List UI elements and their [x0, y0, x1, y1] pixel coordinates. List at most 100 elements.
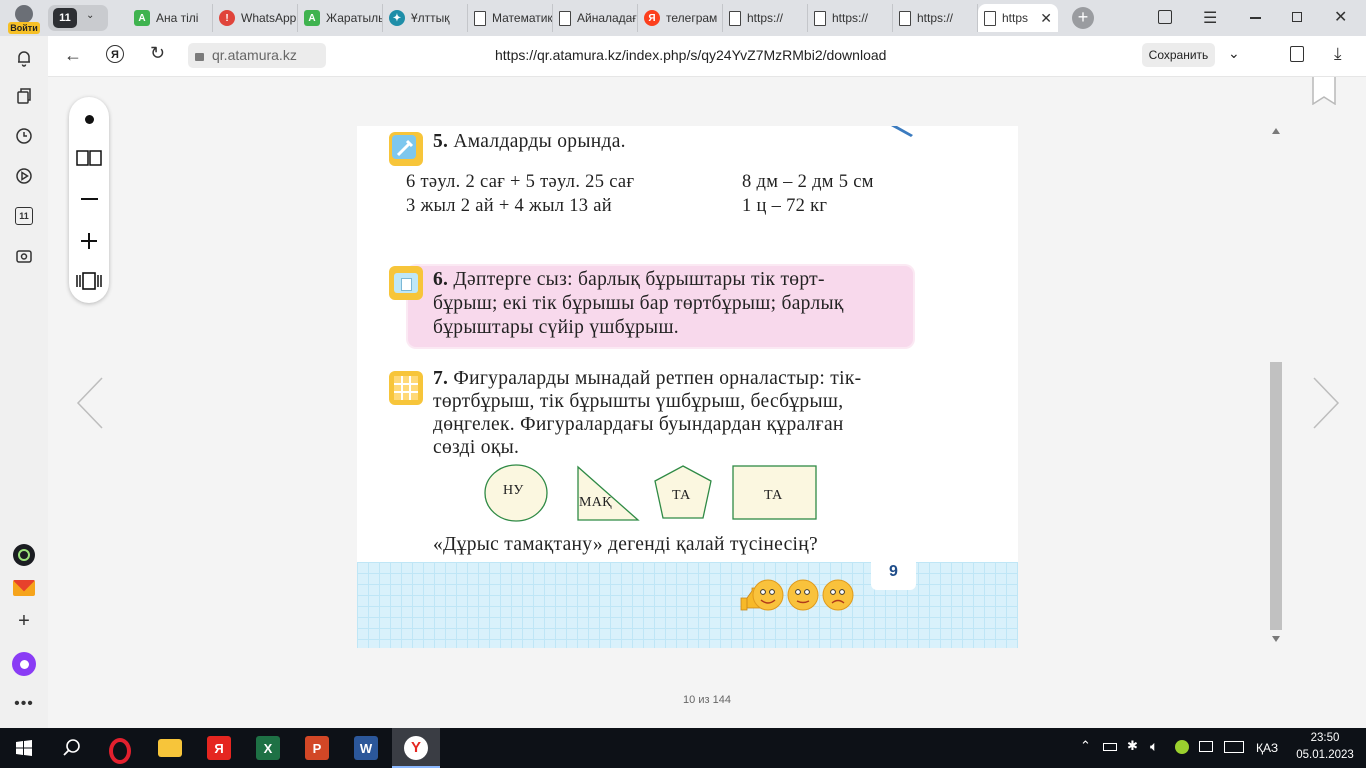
- login-badge: Войти: [8, 22, 40, 34]
- task7-line1: 7. Фигураларды мынадай ретпен орналастыр…: [433, 368, 862, 389]
- bell-icon[interactable]: [12, 46, 36, 70]
- tabs-count-icon[interactable]: 11: [12, 204, 36, 228]
- chevron-down-icon: ⌄: [86, 10, 95, 21]
- address-bar-row: ← Я ↻ qr.atamura.kz https://qr.atamura.k…: [48, 36, 1366, 77]
- notifications-tray-icon[interactable]: [1199, 741, 1213, 752]
- menu-icon[interactable]: ☰: [1203, 8, 1217, 28]
- scroll-down-arrow-icon[interactable]: [1272, 636, 1280, 642]
- clock-date[interactable]: 05.01.2023: [1294, 749, 1356, 761]
- tab-2[interactable]: ! WhatsApp: [213, 4, 298, 32]
- task5-icon: [389, 132, 423, 166]
- task5-expr-left-2: 3 жыл 2 ай + 4 жыл 13 ай: [406, 196, 612, 216]
- task6-line3: бұрыштары сүйір үшбұрыш.: [433, 317, 679, 338]
- language-indicator[interactable]: ҚАЗ: [1256, 741, 1278, 755]
- yandex-logo-icon[interactable]: Я: [106, 45, 124, 63]
- tab-6[interactable]: Айналадағы: [553, 4, 638, 32]
- site-chip[interactable]: qr.atamura.kz: [188, 43, 326, 68]
- document-icon: [474, 10, 486, 26]
- task7-number: 7.: [433, 368, 449, 389]
- task7-line4: сөзді оқы.: [433, 437, 520, 458]
- back-arrow-icon[interactable]: ←: [64, 45, 82, 66]
- tab-manager-icon[interactable]: [1158, 10, 1172, 24]
- sad-smiley-icon: [822, 579, 854, 611]
- next-page-button[interactable]: [1312, 377, 1340, 432]
- tab-3[interactable]: AЖаратылыстану: [298, 4, 383, 32]
- zoom-panel: [69, 97, 109, 303]
- task5-expr-right-2: 1 ц – 72 кг: [742, 196, 828, 216]
- save-options-chevron-icon[interactable]: ⌄: [1228, 45, 1240, 62]
- collections-icon[interactable]: [12, 84, 36, 108]
- screenshot-icon[interactable]: [12, 244, 36, 268]
- restore-icon[interactable]: [1292, 12, 1302, 22]
- task7-line3: дөңгелек. Фигуралардағы буындардан құрал…: [433, 414, 844, 435]
- url-field[interactable]: https://qr.atamura.kz/index.php/s/qy24Yv…: [495, 47, 886, 63]
- tab-count-badge: 11: [53, 8, 77, 28]
- bookmark-icon[interactable]: [1312, 77, 1336, 106]
- single-page-dot-button[interactable]: [69, 99, 109, 139]
- tab-group-button[interactable]: 11 ⌄: [48, 5, 108, 31]
- save-button[interactable]: Сохранить: [1142, 43, 1215, 67]
- task6-line2: бұрыш; екі тік бұрышы бар төртбұрыш; бар…: [433, 293, 844, 314]
- tray-chevron-up-icon[interactable]: ⌃: [1080, 738, 1091, 754]
- minimize-icon[interactable]: [1250, 17, 1261, 19]
- page-counter: 10 из 144: [683, 694, 731, 706]
- mail-icon[interactable]: [12, 576, 36, 600]
- browser-sidebar: 11 + •••: [0, 36, 48, 728]
- video-play-icon[interactable]: [12, 164, 36, 188]
- powerpoint-icon[interactable]: P: [305, 736, 329, 760]
- tab-4[interactable]: ✦ Ұлттық: [383, 4, 468, 32]
- battery-icon[interactable]: [1103, 743, 1117, 751]
- task6-number: 6.: [433, 269, 449, 290]
- zoom-in-button[interactable]: [69, 221, 109, 261]
- tab-1[interactable]: A Ана тілі: [128, 4, 213, 32]
- alice-app-icon[interactable]: [12, 543, 36, 567]
- document-icon: [559, 10, 571, 26]
- wifi-icon[interactable]: ✱: [1127, 738, 1138, 754]
- task5-number: 5.: [433, 131, 449, 152]
- right-triangle-shape: [577, 465, 640, 521]
- history-icon[interactable]: [12, 124, 36, 148]
- thumbs-up-smiley-icon: [740, 579, 784, 611]
- minus-icon: [80, 198, 98, 200]
- triangle-label: МАҚ: [579, 495, 612, 510]
- new-tab-button[interactable]: +: [1072, 7, 1094, 29]
- tab-5[interactable]: Математика: [468, 4, 553, 32]
- zoom-out-button[interactable]: [69, 179, 109, 219]
- fit-page-button[interactable]: [69, 261, 109, 301]
- yandex-browser-taskbar-icon[interactable]: Я: [207, 736, 231, 760]
- file-explorer-icon[interactable]: [158, 739, 182, 757]
- scroll-up-arrow-icon[interactable]: [1272, 128, 1280, 134]
- add-panel-icon[interactable]: +: [12, 609, 36, 633]
- opera-icon[interactable]: [109, 738, 131, 764]
- more-icon[interactable]: •••: [12, 692, 36, 716]
- close-window-icon[interactable]: ✕: [1334, 7, 1347, 27]
- excel-icon[interactable]: X: [256, 736, 280, 760]
- tab-9[interactable]: https://: [808, 4, 893, 32]
- previous-page-button[interactable]: [76, 377, 104, 432]
- login-button[interactable]: Войти: [6, 4, 42, 34]
- word-icon[interactable]: W: [354, 736, 378, 760]
- two-page-view-button[interactable]: [69, 138, 109, 178]
- keyboard-icon[interactable]: [1224, 741, 1244, 753]
- search-icon[interactable]: [62, 738, 82, 758]
- windows-start-icon[interactable]: [16, 740, 32, 756]
- scrollbar[interactable]: [1269, 128, 1283, 644]
- volume-icon[interactable]: 🔈︎: [1150, 738, 1158, 755]
- reload-icon[interactable]: ↻: [150, 43, 165, 64]
- tray-app-icon[interactable]: [1175, 740, 1189, 754]
- yandex-active-app[interactable]: Y: [392, 728, 440, 768]
- download-icon[interactable]: ⤓: [1334, 44, 1342, 64]
- tab-10[interactable]: https://: [893, 4, 978, 32]
- extensions-icon[interactable]: [1290, 46, 1304, 62]
- scrollbar-thumb[interactable]: [1270, 362, 1282, 630]
- alice-assistant-icon[interactable]: [12, 652, 36, 676]
- tab-active[interactable]: https ✕: [978, 4, 1058, 32]
- tab-7[interactable]: Ятелеграм: [638, 4, 723, 32]
- book-page: 5. Амалдарды орында. 6 тәул. 2 сағ + 5 т…: [357, 126, 1018, 648]
- task5-title: Амалдарды орында.: [453, 131, 626, 152]
- tab-favicon-icon: Я: [644, 10, 660, 26]
- user-avatar-icon: [15, 5, 33, 23]
- close-tab-icon[interactable]: ✕: [1040, 10, 1052, 27]
- tab-8[interactable]: https://: [723, 4, 808, 32]
- clock-time[interactable]: 23:50: [1296, 732, 1354, 744]
